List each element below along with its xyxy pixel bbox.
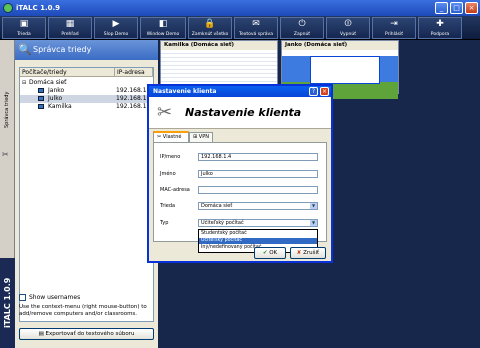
tab-panel: IP/meno 192.168.1.4 Jméno Julko MAC-adre… [153, 142, 327, 253]
lock-icon: 🔒 [204, 19, 216, 29]
classroom-manager-panel: Správca triedy 🔍 Počítače/triedy IP-adre… [15, 40, 158, 348]
power-off-icon: ⏼ [344, 19, 352, 29]
ok-button[interactable]: ✔ OK [254, 247, 286, 259]
tree-row[interactable]: Janko 192.168.1.5 [20, 87, 153, 95]
thumbnail-caption: Kamilka (Domáca sieť) [161, 41, 277, 50]
ip-label: IP/meno [160, 154, 181, 160]
title-bar: iTALC 1.0.9 [0, 0, 480, 16]
chevron-down-icon[interactable]: ▼ [310, 220, 317, 226]
chevron-down-icon[interactable]: ▼ [310, 203, 317, 209]
ip-field[interactable]: 192.168.1.4 [198, 153, 318, 161]
toolbar-button-slop-demo[interactable]: ▶ Slop Demo [94, 17, 138, 39]
toolbar-button-power-on[interactable]: ⏻ Zapnúť [280, 17, 324, 39]
minimize-button[interactable]: _ [435, 2, 448, 14]
tools-icon: ✂ [157, 102, 173, 123]
mac-label: MAC-adresa [160, 187, 190, 193]
tools-icon[interactable]: ✂ [2, 150, 9, 159]
classroom-icon: ▣ [19, 19, 29, 29]
show-usernames-checkbox[interactable] [19, 294, 26, 301]
column-header-computers[interactable]: Počítače/triedy [20, 68, 115, 77]
dialog-close-button[interactable]: × [320, 87, 329, 96]
dialog-header: ✂ Nastavenie klienta [149, 97, 331, 129]
dialog-help-button[interactable]: ? [309, 87, 318, 96]
show-usernames-row: Show usernames [19, 293, 154, 302]
demo-icon: ▶ [112, 19, 120, 29]
toolbar: ▣ Trieda ▦ Prehľad ▶ Slop Demo ◧ Window Demo… [0, 16, 480, 40]
toolbar-button-login[interactable]: ⇥ Prihlásiť [372, 17, 416, 39]
toolbar-button-support[interactable]: ✚ Podpora [418, 17, 462, 39]
window-demo-icon: ◧ [158, 19, 168, 29]
tree-row-group[interactable]: ⊟ Domáca sieť [20, 79, 153, 87]
mac-field[interactable] [198, 186, 318, 194]
support-icon: ✚ [436, 19, 444, 29]
tree-row-selected[interactable]: Julko 192.168.1.4 [20, 95, 153, 103]
class-label: Trieda [160, 203, 176, 209]
login-icon: ⇥ [390, 19, 398, 29]
preview-window [310, 56, 380, 84]
toolbar-button-window-demo[interactable]: ◧ Window Demo [140, 17, 186, 39]
collapse-icon[interactable]: ⊟ [22, 79, 26, 87]
cancel-button[interactable]: ✘ Zrušiť [290, 247, 326, 259]
message-icon: ✉ [252, 19, 260, 29]
power-on-icon: ⏻ [298, 19, 306, 29]
brand-logo: iTALC 1.0.9 [0, 258, 15, 348]
tree-row[interactable]: Kamilka 192.168.1.3 [20, 103, 153, 111]
maximize-button[interactable]: □ [450, 2, 463, 14]
name-label: Jméno [160, 171, 176, 177]
name-field[interactable]: Julko [198, 170, 318, 178]
class-select[interactable]: Domáca sieť ▼ [198, 202, 318, 210]
computer-icon [38, 96, 44, 101]
type-select[interactable]: Učiteľský počítač ▼ [198, 219, 318, 227]
type-option-selected[interactable]: Učiteľský počítač [199, 238, 317, 244]
panel-title: Správca triedy [33, 45, 92, 54]
dialog-title: Nastavenie klienta [153, 88, 217, 95]
help-text: Use the context-menu (right mouse-button… [19, 304, 147, 317]
export-icon: ▤ [38, 331, 46, 337]
client-settings-dialog: Nastavenie klienta ? × ✂ Nastavenie klie… [147, 84, 333, 263]
type-label: Typ [160, 220, 169, 226]
computer-tree[interactable]: Počítače/triedy IP-adresa ⊟ Domáca sieť … [19, 67, 154, 322]
panel-header: Správca triedy [15, 40, 158, 60]
dialog-heading: Nastavenie klienta [185, 106, 302, 119]
overview-icon: ▦ [65, 19, 75, 29]
dialog-title-bar: Nastavenie klienta [149, 86, 331, 97]
export-button[interactable]: ▤ Exportovať do textového súboru [19, 328, 154, 340]
window-title: iTALC 1.0.9 [16, 4, 61, 12]
tab-vlastne[interactable]: ✂ Vlastné [153, 131, 189, 142]
toolbar-button-prehlad[interactable]: ▦ Prehľad [48, 17, 92, 39]
toolbar-button-power-off[interactable]: ⏼ Vypnúť [326, 17, 370, 39]
computer-icon [38, 104, 44, 109]
column-header-ip[interactable]: IP-adresa [115, 68, 153, 77]
side-tab-classroom-manager[interactable]: Správca triedy [1, 80, 14, 140]
thumbnail-caption: Janko (Domáca sieť) [282, 41, 398, 50]
toolbar-button-text-message[interactable]: ✉ Textová správa [234, 17, 278, 39]
app-icon [3, 3, 13, 13]
close-button[interactable]: × [465, 2, 478, 14]
computer-icon [38, 88, 44, 93]
type-option[interactable]: Študentský počítač [199, 231, 317, 237]
toolbar-button-lock-all[interactable]: 🔒 Zamknúť všetko [188, 17, 232, 39]
toolbar-button-trieda[interactable]: ▣ Trieda [2, 17, 46, 39]
tab-vpn[interactable]: ⊞ VPN [189, 132, 213, 142]
search-icon: 🔍 [18, 43, 32, 56]
show-usernames-label: Show usernames [29, 294, 81, 301]
